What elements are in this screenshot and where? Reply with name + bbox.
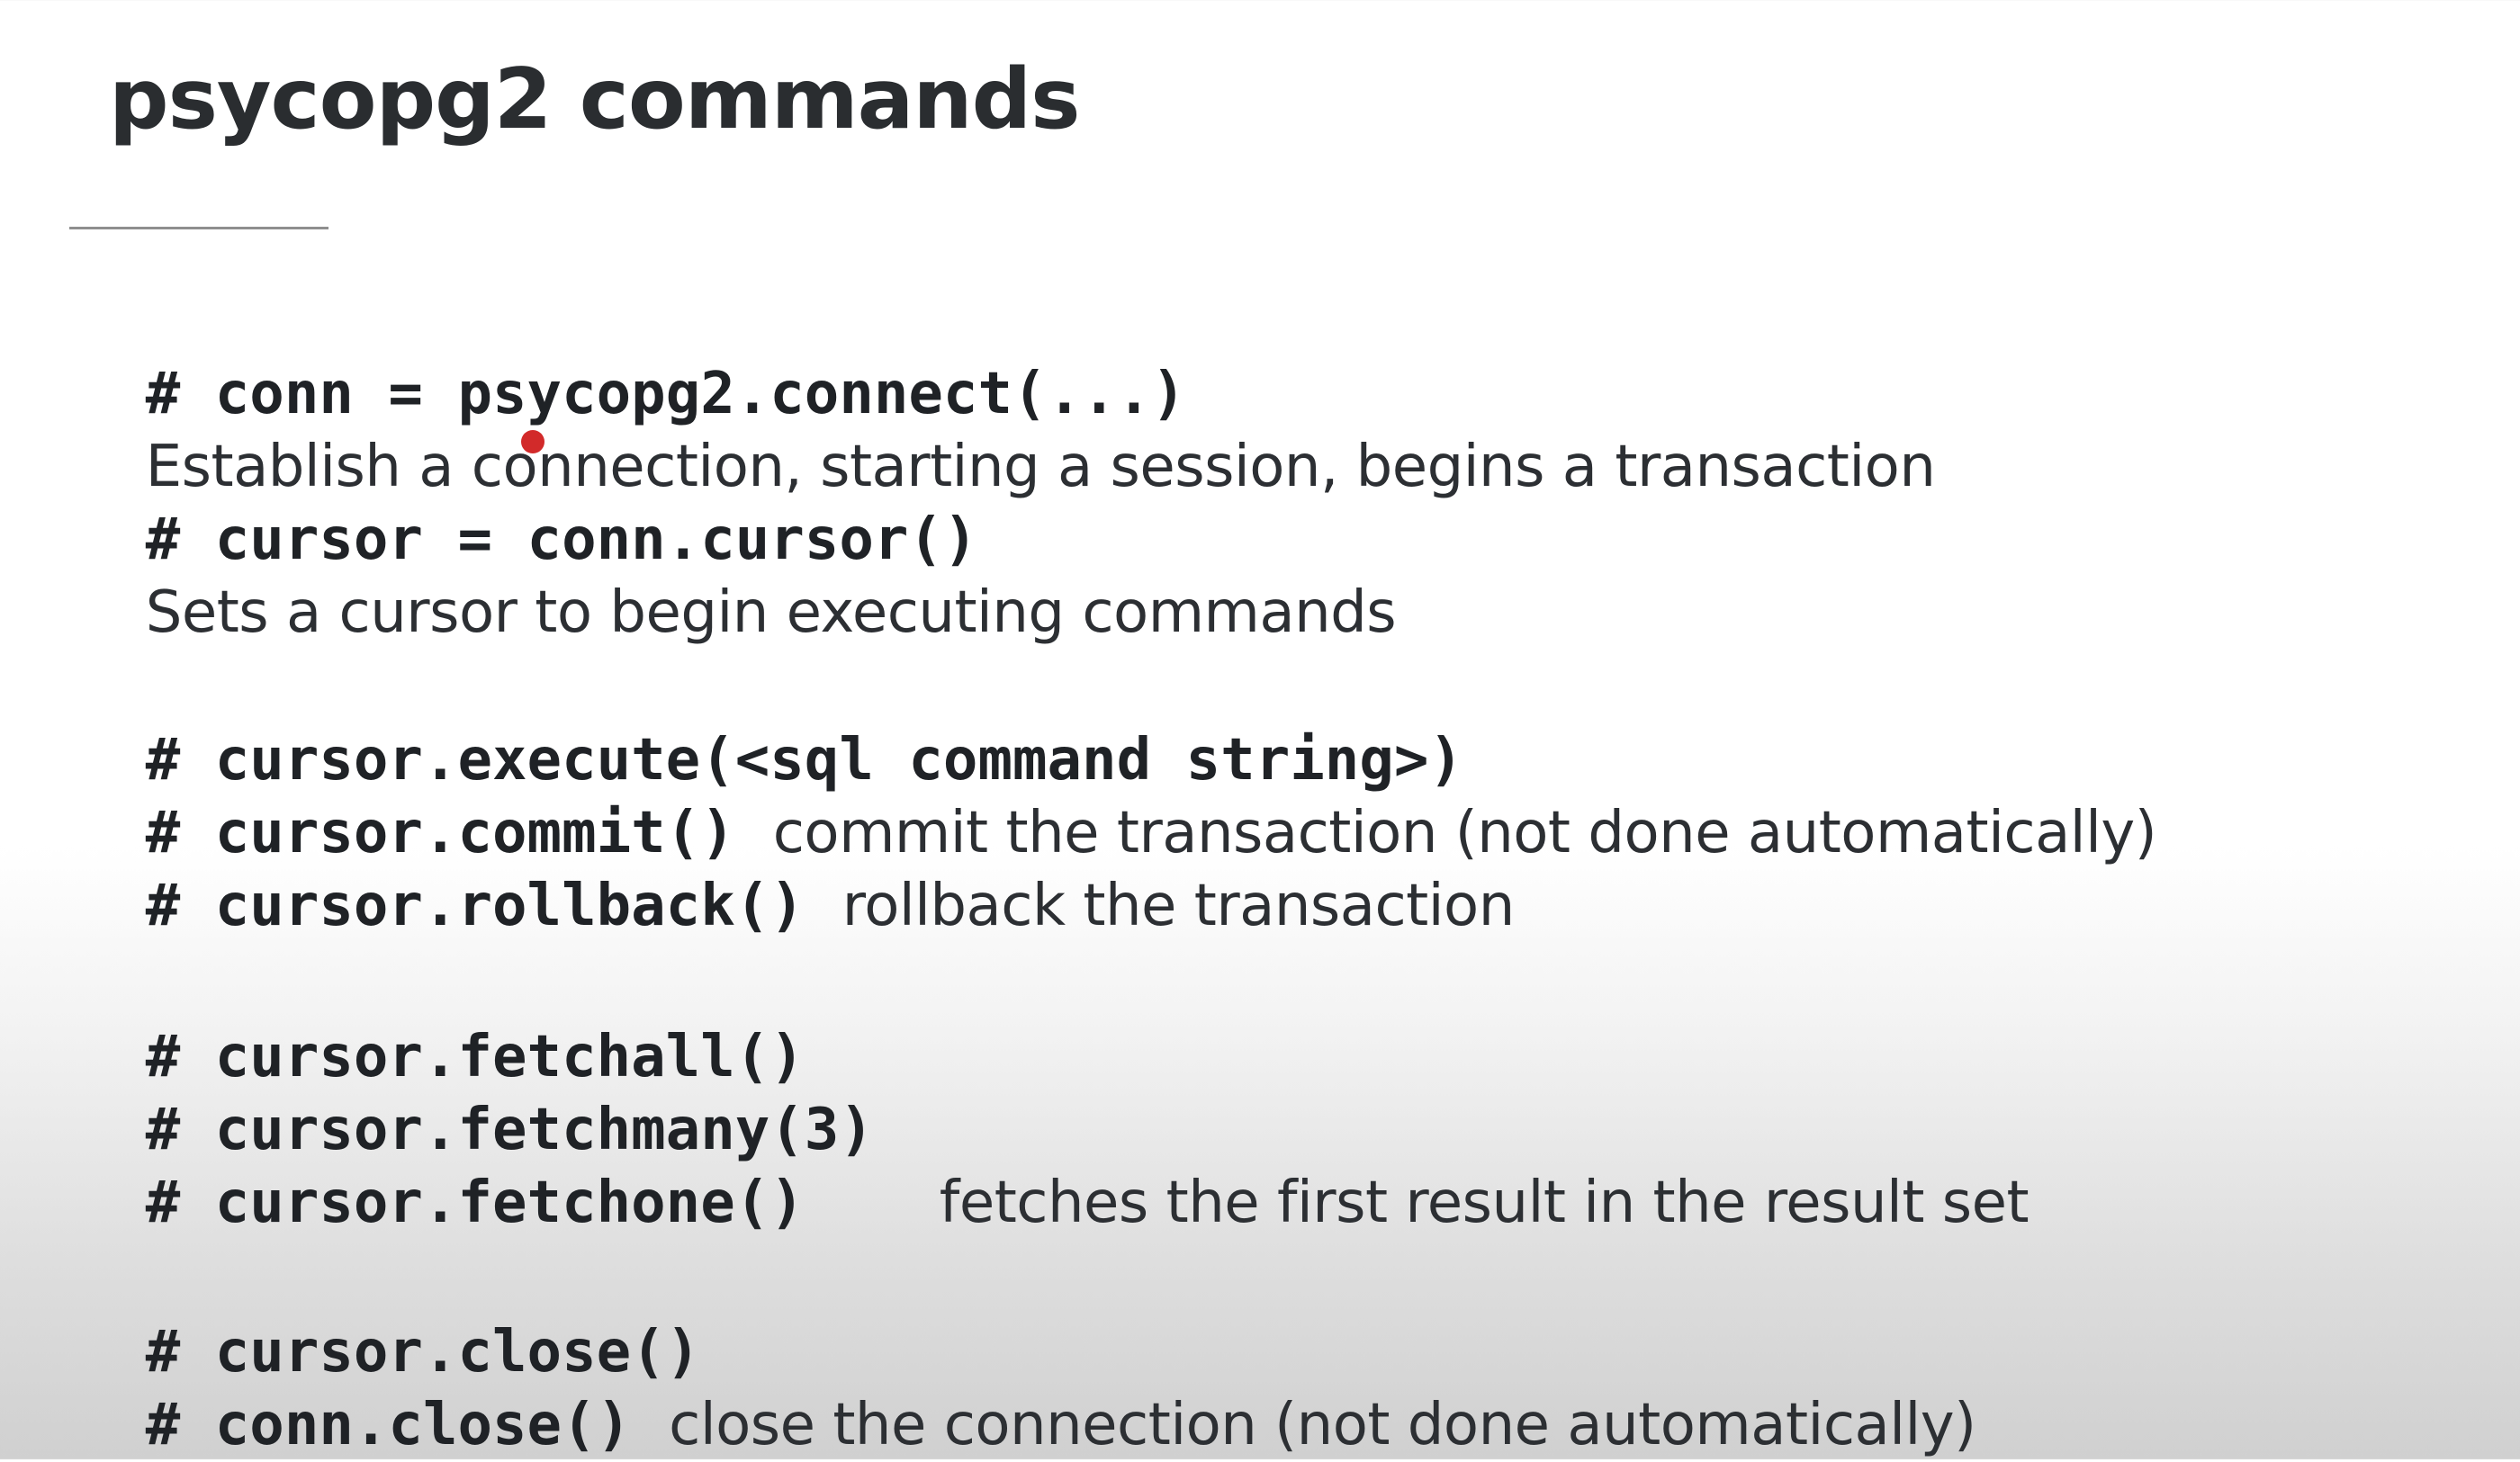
line-fetchmany: # cursor.fetchmany(3) — [109, 1019, 874, 1163]
line-fetchall: # cursor.fetchall() — [109, 946, 805, 1090]
line-cursor-desc: Sets a cursor to begin executing command… — [109, 502, 1397, 646]
line-rollback: # cursor.rollback() rollback the transact… — [109, 795, 1516, 939]
line-fetchone: # cursor.fetchone() fetches the first res… — [109, 1092, 2030, 1236]
line-commit: # cursor.commit() commit the transaction … — [109, 722, 2157, 866]
desc-cursor: Sets a cursor to begin executing command… — [145, 579, 1397, 646]
desc-fetchone: fetches the first result in the result s… — [939, 1170, 2030, 1236]
line-cursor-close: # cursor.close() — [109, 1242, 701, 1386]
slide-title: psycopg2 commands — [109, 50, 1081, 148]
title-divider — [69, 227, 328, 229]
line-connect: # conn = psycopg2.connect(...) — [109, 283, 1186, 427]
line-conn-close: # conn.close() close the connection (not … — [109, 1314, 1976, 1458]
code-conn-close: # conn.close() — [145, 1392, 632, 1458]
line-connect-desc: Establish a connection, starting a sessi… — [109, 356, 1936, 500]
desc-rollback: rollback the transaction — [842, 873, 1515, 939]
code-rollback: # cursor.rollback() — [145, 873, 805, 939]
desc-conn-close: close the connection (not done automatic… — [669, 1392, 1976, 1458]
line-execute: # cursor.execute(<sql command string>) — [109, 650, 1463, 794]
laser-pointer-dot — [521, 430, 544, 453]
code-fetchone: # cursor.fetchone() — [145, 1170, 805, 1236]
